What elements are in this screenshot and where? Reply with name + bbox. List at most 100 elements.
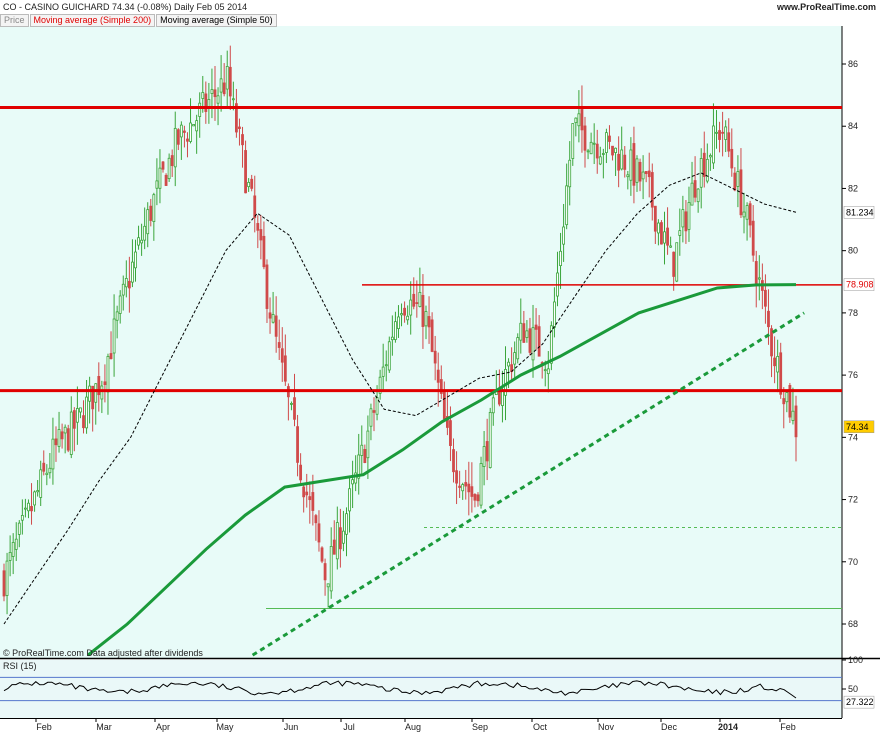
candle-body [152, 194, 156, 223]
candle-body [632, 143, 636, 186]
candle-body [785, 392, 789, 403]
candle-body [647, 170, 651, 178]
candle-body [48, 467, 52, 474]
candle-body [14, 538, 18, 550]
candle-body [467, 483, 471, 493]
candle-body [308, 496, 312, 501]
candle-body [183, 130, 186, 133]
candle-body [216, 95, 220, 104]
candle-body [678, 230, 682, 236]
candle-body [415, 302, 419, 304]
candle-body [751, 220, 755, 256]
candle-body [244, 150, 247, 194]
candle-body [528, 328, 532, 353]
candle-body [724, 126, 728, 140]
candle-body [455, 470, 458, 484]
candle-body [418, 291, 422, 307]
header-bar: CO - CASINO GUICHARD 74.34 (-0.08%) Dail… [0, 0, 880, 14]
candle-body [534, 324, 538, 330]
site-link[interactable]: www.ProRealTime.com [777, 2, 876, 12]
candle-body [201, 92, 205, 99]
candle-body [5, 560, 9, 596]
candle-body [791, 410, 795, 421]
candle-body [124, 278, 128, 288]
candle-body [461, 484, 465, 492]
candle-body [473, 494, 477, 501]
candle-body [366, 430, 370, 459]
y-tick-label: 82 [848, 183, 858, 193]
candle-body [173, 127, 177, 168]
candle-body [730, 148, 734, 169]
candle-body [638, 161, 642, 182]
candle-body [115, 311, 119, 321]
candle-body [189, 122, 192, 142]
candle-body [51, 438, 55, 470]
candle-body [742, 211, 746, 218]
candle-body [170, 155, 174, 167]
candle-body [66, 428, 70, 451]
candle-body [323, 563, 327, 581]
legend-ma200[interactable]: Moving average (Simple 200) [29, 14, 156, 27]
y-tick-label: 68 [848, 619, 858, 629]
candle-body [574, 117, 578, 124]
candle-body [238, 126, 241, 129]
candle-body [452, 449, 455, 473]
plot-area [0, 26, 842, 658]
candle-body [283, 355, 287, 382]
candle-body [519, 322, 523, 341]
candle-body [589, 141, 593, 155]
candle-body [427, 316, 431, 328]
candle-body [601, 153, 605, 155]
candle-body [24, 507, 27, 510]
candle-body [779, 352, 783, 395]
candle-body [20, 515, 24, 521]
candle-body [72, 410, 76, 429]
candle-body [394, 321, 397, 340]
candle-body [247, 181, 251, 188]
candle-body [614, 147, 617, 153]
x-tick-label: Nov [598, 722, 615, 732]
candle-body [60, 431, 64, 440]
candle-body [384, 364, 388, 367]
candle-body [161, 161, 165, 170]
candle-body [155, 180, 159, 189]
candle-body [516, 337, 520, 360]
candle-body [537, 326, 541, 357]
candle-body [225, 66, 229, 90]
candle-body [794, 405, 798, 438]
ma200-value-tag: 78.908 [846, 280, 874, 290]
candle-body [179, 124, 183, 138]
y-tick-label: 80 [848, 246, 858, 256]
candle-body [675, 242, 679, 282]
candle-body [745, 205, 749, 220]
y-tick-label: 84 [848, 121, 858, 131]
candle-body [262, 235, 266, 268]
candle-body [195, 120, 199, 132]
legend-price[interactable]: Price [0, 14, 29, 27]
candle-body [372, 410, 376, 413]
candle-body [421, 294, 425, 327]
candle-body [620, 149, 624, 170]
y-tick-label: 86 [848, 59, 858, 69]
x-tick-label: Aug [405, 722, 421, 732]
candle-body [583, 125, 587, 151]
ma50-value-tag: 81.234 [846, 207, 874, 217]
candle-body [54, 438, 58, 446]
x-tick-label: Feb [780, 722, 796, 732]
candle-body [525, 330, 529, 338]
candle-body [491, 397, 495, 414]
legend-ma50[interactable]: Moving average (Simple 50) [156, 14, 277, 27]
candle-body [241, 134, 244, 146]
candle-body [776, 356, 780, 373]
candle-body [430, 319, 434, 352]
candle-body [17, 522, 21, 535]
candle-body [721, 131, 725, 134]
candle-body [770, 328, 773, 357]
y-tick-label: 74 [848, 432, 858, 442]
candle-body [381, 366, 385, 377]
candle-body [302, 486, 306, 498]
candle-body [345, 513, 348, 535]
candle-body [669, 245, 673, 248]
candle-body [369, 408, 373, 427]
candle-body [696, 188, 700, 203]
